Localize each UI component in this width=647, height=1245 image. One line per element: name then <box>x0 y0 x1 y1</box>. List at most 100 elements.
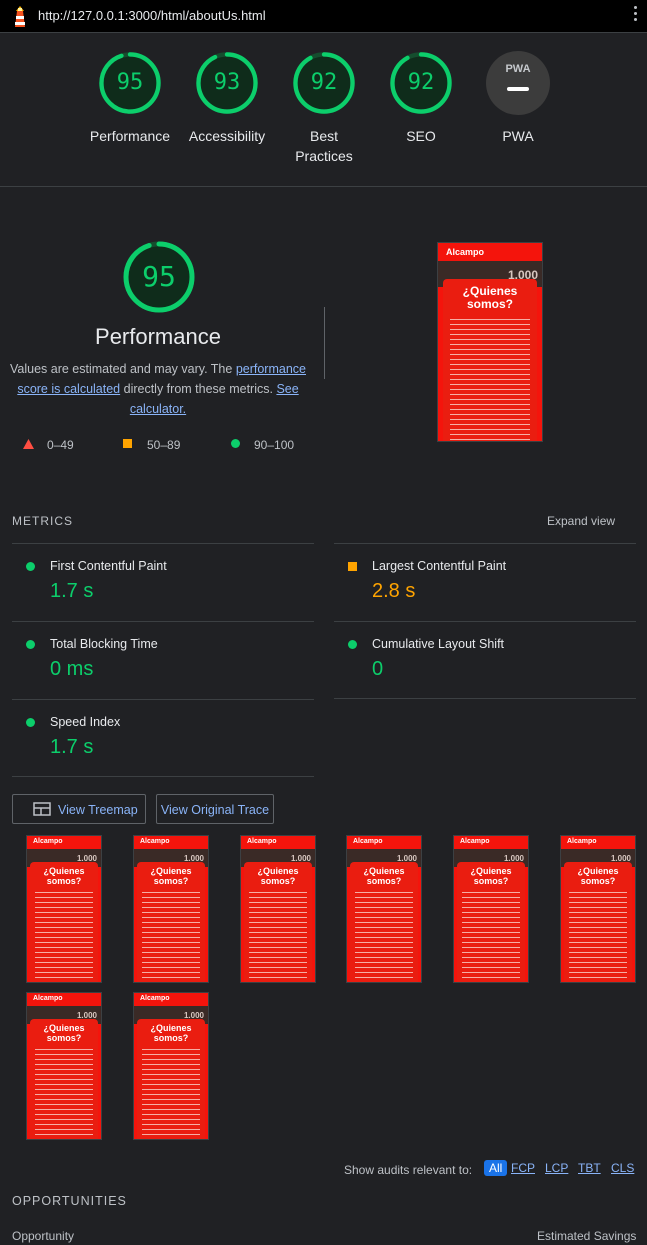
metric-divider <box>12 543 314 544</box>
view-treemap-button[interactable]: View Treemap <box>12 794 146 824</box>
gauge-label: Best Practices <box>295 128 353 164</box>
legend-fail: 0–49 <box>47 438 74 452</box>
metric-value: 1.7 s <box>50 580 94 602</box>
filmstrip-frame[interactable]: Alcampo 1.000 ¿Quienes somos? <box>26 835 102 983</box>
gauge-score: 95 <box>116 70 144 95</box>
pass-circle-icon <box>26 562 35 571</box>
score-gauge[interactable]: 92 <box>389 51 453 115</box>
score-gauge[interactable]: 93 <box>195 51 259 115</box>
metric-divider <box>334 698 636 699</box>
treemap-icon <box>33 802 51 816</box>
filmstrip-frame[interactable]: Alcampo 1.000 ¿Quienes somos? <box>560 835 636 983</box>
metric-divider <box>12 776 314 777</box>
frame-heading: ¿Quienes somos? <box>43 1023 85 1043</box>
gauge-score: 92 <box>310 70 338 95</box>
pwa-badge-text: PWA <box>505 63 531 75</box>
gauge-score: 93 <box>213 70 241 95</box>
metric-divider <box>12 621 314 622</box>
filmstrip-frame[interactable]: Alcampo 1.000 ¿Quienes somos? <box>346 835 422 983</box>
frame-heading: ¿Quienes somos? <box>577 866 619 886</box>
filmstrip-frame[interactable]: Alcampo 1.000 ¿Quienes somos? <box>26 992 102 1140</box>
metric-divider <box>12 699 314 700</box>
metric-value: 1.7 s <box>50 736 94 758</box>
gauge-score: 92 <box>407 70 435 95</box>
brand-logo: Alcampo <box>33 995 63 1002</box>
metric-value: 2.8 s <box>372 580 416 602</box>
page-heading: ¿Quienes somos? <box>462 284 518 311</box>
expand-view-toggle[interactable]: Expand view <box>547 514 615 528</box>
brand-logo: Alcampo <box>140 995 170 1002</box>
audit-filter-all[interactable]: All <box>484 1160 508 1176</box>
score-gauge[interactable]: 92 <box>292 51 356 115</box>
estimated-savings-column-header: Estimated Savings <box>537 1229 637 1243</box>
audit-filter: Show audits relevant to: <box>344 1161 472 1179</box>
legend-pass: 90–100 <box>254 438 295 452</box>
performance-description: Values are estimated and may vary. The p… <box>8 359 308 419</box>
metric-label: Total Blocking Time <box>50 637 158 651</box>
frame-heading: ¿Quienes somos? <box>150 866 192 886</box>
opportunities-header: OPPORTUNITIES <box>12 1194 127 1208</box>
pwa-gauge[interactable]: PWA <box>486 51 550 115</box>
frame-heading: ¿Quienes somos? <box>150 1023 192 1043</box>
metric-label: Speed Index <box>50 715 121 729</box>
view-original-trace-button[interactable]: View Original Trace <box>156 794 274 824</box>
score-legend: 0–49 50–89 90–100 <box>20 436 320 452</box>
lighthouse-icon <box>15 6 25 27</box>
metric-label: Cumulative Layout Shift <box>372 637 505 651</box>
opportunity-column-header: Opportunity <box>12 1229 75 1243</box>
url-text[interactable]: http://127.0.0.1:3000/html/aboutUs.html <box>38 8 266 23</box>
brand-logo: Alcampo <box>567 838 597 845</box>
pass-circle-icon <box>26 718 35 727</box>
audit-filter-label: Show audits relevant to: <box>344 1163 473 1177</box>
average-square-icon <box>348 562 357 571</box>
average-square-icon <box>123 439 132 448</box>
audit-filter-fcp[interactable]: FCP <box>511 1161 535 1175</box>
brand-logo: Alcampo <box>33 838 63 845</box>
gauge-label: PWA <box>502 128 534 144</box>
desc-text: directly from these metrics. <box>120 382 277 396</box>
pwa-dash-icon <box>507 87 529 91</box>
metric-value: 0 <box>372 658 384 680</box>
performance-title: Performance <box>95 324 221 349</box>
pass-circle-icon <box>26 640 35 649</box>
performance-score: 95 <box>142 260 176 293</box>
metric-value: 0 ms <box>50 658 94 680</box>
gauge-label: Accessibility <box>188 128 266 144</box>
frame-heading: ¿Quienes somos? <box>43 866 85 886</box>
audit-filter-cls[interactable]: CLS <box>611 1161 634 1175</box>
browser-toolbar: http://127.0.0.1:3000/html/aboutUs.html <box>0 0 647 33</box>
legend-average: 50–89 <box>147 438 181 452</box>
treemap-label: View Treemap <box>58 803 138 817</box>
metric-divider <box>334 621 636 622</box>
brand-logo: Alcampo <box>247 838 277 845</box>
brand-logo: Alcampo <box>460 838 490 845</box>
filmstrip-frame[interactable]: Alcampo 1.000 ¿Quienes somos? <box>133 835 209 983</box>
audit-filter-lcp[interactable]: LCP <box>545 1161 568 1175</box>
filmstrip-frame[interactable]: Alcampo 1.000 ¿Quienes somos? <box>453 835 529 983</box>
frame-heading: ¿Quienes somos? <box>363 866 405 886</box>
divider <box>0 186 647 187</box>
final-screenshot[interactable]: Alcampo 1.000 ¿Quienes somos? <box>437 242 543 442</box>
vertical-divider <box>324 307 325 379</box>
metric-label: Largest Contentful Paint <box>372 559 507 573</box>
metric-divider <box>334 543 636 544</box>
pass-circle-icon <box>348 640 357 649</box>
fail-triangle-icon <box>23 439 34 449</box>
brand-logo: Alcampo <box>140 838 170 845</box>
score-gauge[interactable]: 95 <box>98 51 162 115</box>
more-menu-icon[interactable] <box>634 6 638 24</box>
gauge-label: Performance <box>89 128 171 144</box>
performance-gauge-large: 95 <box>122 240 196 314</box>
brand-logo: Alcampo <box>446 247 485 257</box>
filmstrip-frame[interactable]: Alcampo 1.000 ¿Quienes somos? <box>240 835 316 983</box>
metric-label: First Contentful Paint <box>50 559 167 573</box>
audit-filter-tbt[interactable]: TBT <box>578 1161 601 1175</box>
pass-circle-icon <box>231 439 240 448</box>
gauge-label: SEO <box>406 128 436 144</box>
brand-logo: Alcampo <box>353 838 383 845</box>
metrics-header: METRICS <box>12 514 73 528</box>
desc-text: Values are estimated and may vary. The <box>10 362 236 376</box>
frame-heading: ¿Quienes somos? <box>257 866 299 886</box>
frame-heading: ¿Quienes somos? <box>470 866 512 886</box>
filmstrip-frame[interactable]: Alcampo 1.000 ¿Quienes somos? <box>133 992 209 1140</box>
